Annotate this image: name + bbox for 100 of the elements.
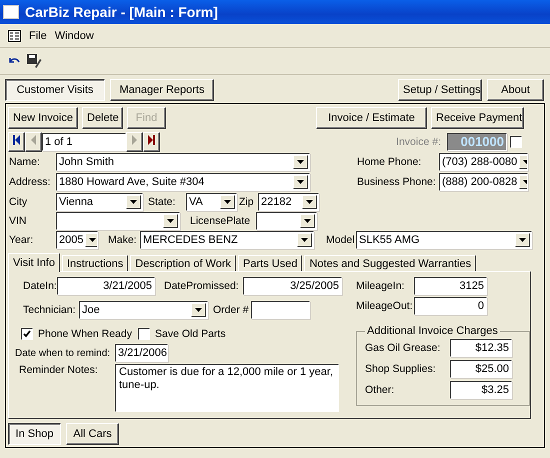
business-phone-combo[interactable]: (888) 200-0828 — [439, 173, 528, 192]
field-label: Address: — [9, 176, 52, 188]
city-combo[interactable]: Vienna — [56, 192, 143, 211]
group-title: Additional Invoice Charges — [366, 325, 499, 338]
caret-icon — [301, 238, 308, 242]
caret-icon — [130, 200, 137, 204]
form-tab[interactable]: Parts Used — [238, 255, 302, 272]
charge-field[interactable]: $25.00 — [450, 360, 512, 378]
record-nav-button[interactable] — [8, 132, 25, 152]
order-number-field[interactable] — [251, 301, 310, 320]
field-label: LicensePlate — [190, 215, 252, 228]
caret-icon — [297, 160, 304, 164]
home-phone-combo[interactable]: (703) 288-0080 — [439, 153, 528, 172]
technician-combo[interactable]: Joe — [79, 301, 208, 320]
mileage-in-field[interactable]: 3125 — [414, 277, 487, 296]
field-label: State: — [148, 196, 176, 208]
field-label: MileageIn: — [356, 280, 406, 292]
vin-combo[interactable] — [56, 212, 180, 230]
dropdown-button[interactable] — [85, 233, 97, 248]
field-label: Phone When Ready — [38, 328, 132, 340]
form-tab[interactable]: Instructions — [62, 255, 128, 272]
record-button[interactable]: Delete — [82, 107, 123, 129]
caret-icon — [306, 200, 313, 204]
model-combo[interactable]: SLK55 AMG — [356, 231, 532, 250]
top-button[interactable]: Setup / Settings — [398, 79, 482, 101]
dropdown-button[interactable] — [191, 303, 206, 318]
zip-combo[interactable]: 22182 — [258, 192, 319, 211]
dropdown-button[interactable] — [293, 155, 308, 170]
arrow-icon — [30, 135, 37, 146]
field-label: Gas Oil Grease: — [365, 342, 442, 354]
caret-icon — [297, 180, 304, 184]
field-label: Date when to remind: — [15, 348, 112, 359]
license-plate-combo[interactable] — [256, 212, 317, 230]
checkbox[interactable] — [510, 136, 522, 148]
field-label: Technician: — [23, 304, 77, 316]
field-label: Model — [326, 234, 356, 246]
window-title: CarBiz Repair - [Main : Form] — [25, 4, 218, 20]
dropdown-button[interactable] — [302, 194, 317, 209]
top-button[interactable]: About — [487, 79, 544, 101]
charge-field[interactable]: $3.25 — [450, 381, 512, 400]
dropdown-button[interactable] — [515, 233, 530, 248]
record-nav-button[interactable] — [143, 132, 160, 152]
caret-icon — [519, 238, 526, 242]
dropdown-button[interactable] — [220, 194, 235, 209]
dropdown-button[interactable] — [126, 194, 141, 209]
checkbox[interactable] — [138, 328, 150, 340]
date-in-field[interactable]: 3/21/2005 — [57, 277, 155, 296]
state-combo[interactable]: VA — [186, 192, 237, 211]
skip-arrow-icon — [13, 135, 20, 146]
reminder-notes-field[interactable]: Customer is due for a 12,000 mile or 1 year, tune-up. — [115, 364, 339, 412]
caret-icon — [304, 219, 311, 224]
field-label: Zip — [239, 196, 255, 208]
field-label: Invoice #: — [396, 136, 441, 148]
arrow-icon — [131, 135, 138, 146]
year-combo[interactable]: 2005 — [56, 231, 98, 250]
address-combo[interactable]: 1880 Howard Ave, Suite #304 — [56, 173, 310, 192]
main-tab[interactable]: Customer Visits — [5, 79, 105, 101]
checkbox[interactable] — [21, 328, 33, 340]
remind-date-field[interactable]: 3/21/2006 — [115, 344, 168, 362]
caret-icon — [195, 308, 202, 312]
caret-icon — [167, 219, 174, 224]
invoice-button[interactable]: Invoice / Estimate — [316, 107, 427, 129]
field-label: Home Phone: — [357, 156, 422, 168]
mileage-out-field[interactable]: 0 — [414, 297, 487, 316]
field-label: DateIn: — [23, 280, 57, 292]
field-label: Business Phone: — [357, 176, 437, 188]
field-label: Other: — [365, 384, 396, 396]
dropdown-button[interactable] — [293, 175, 308, 190]
caret-icon — [224, 200, 231, 204]
field-label: MileageOut: — [356, 300, 414, 312]
record-button[interactable]: New Invoice — [8, 107, 78, 129]
menu-item[interactable]: File — [29, 30, 47, 42]
menu-item[interactable]: Window — [54, 30, 94, 42]
form-tab[interactable]: Visit Info — [8, 253, 60, 272]
main-tab[interactable]: Manager Reports — [110, 79, 214, 101]
make-combo[interactable]: MERCEDES BENZ — [140, 231, 314, 250]
undo-icon[interactable] — [8, 56, 20, 66]
field-label: Shop Supplies: — [365, 363, 437, 376]
form-tab[interactable]: Description of Work — [130, 255, 236, 272]
skip-arrow-icon — [148, 135, 155, 146]
dropdown-button[interactable] — [300, 214, 315, 228]
name-combo[interactable]: John Smith — [56, 153, 310, 172]
invoice-button[interactable]: Receive Payment — [431, 107, 524, 129]
window-icon — [3, 5, 19, 19]
date-promised-field[interactable]: 3/25/2005 — [243, 277, 342, 296]
field-label: City — [9, 196, 28, 208]
charge-field[interactable]: $12.35 — [450, 339, 512, 358]
caret-icon — [89, 238, 96, 242]
field-label: Save Old Parts — [154, 328, 226, 340]
record-position-field[interactable]: 1 of 1 — [42, 132, 126, 151]
form-tab[interactable]: Notes and Suggested Warranties — [304, 255, 476, 272]
field-label: DatePromissed: — [164, 280, 240, 292]
field-label: VIN — [9, 215, 28, 228]
form-icon — [8, 30, 21, 42]
dropdown-button[interactable] — [163, 214, 178, 228]
field-label: Reminder Notes: — [19, 364, 99, 376]
dropdown-button[interactable] — [297, 233, 312, 248]
save-icon[interactable] — [26, 53, 42, 69]
bottom-tab[interactable]: All Cars — [66, 423, 119, 445]
bottom-tab[interactable]: In Shop — [8, 423, 61, 445]
